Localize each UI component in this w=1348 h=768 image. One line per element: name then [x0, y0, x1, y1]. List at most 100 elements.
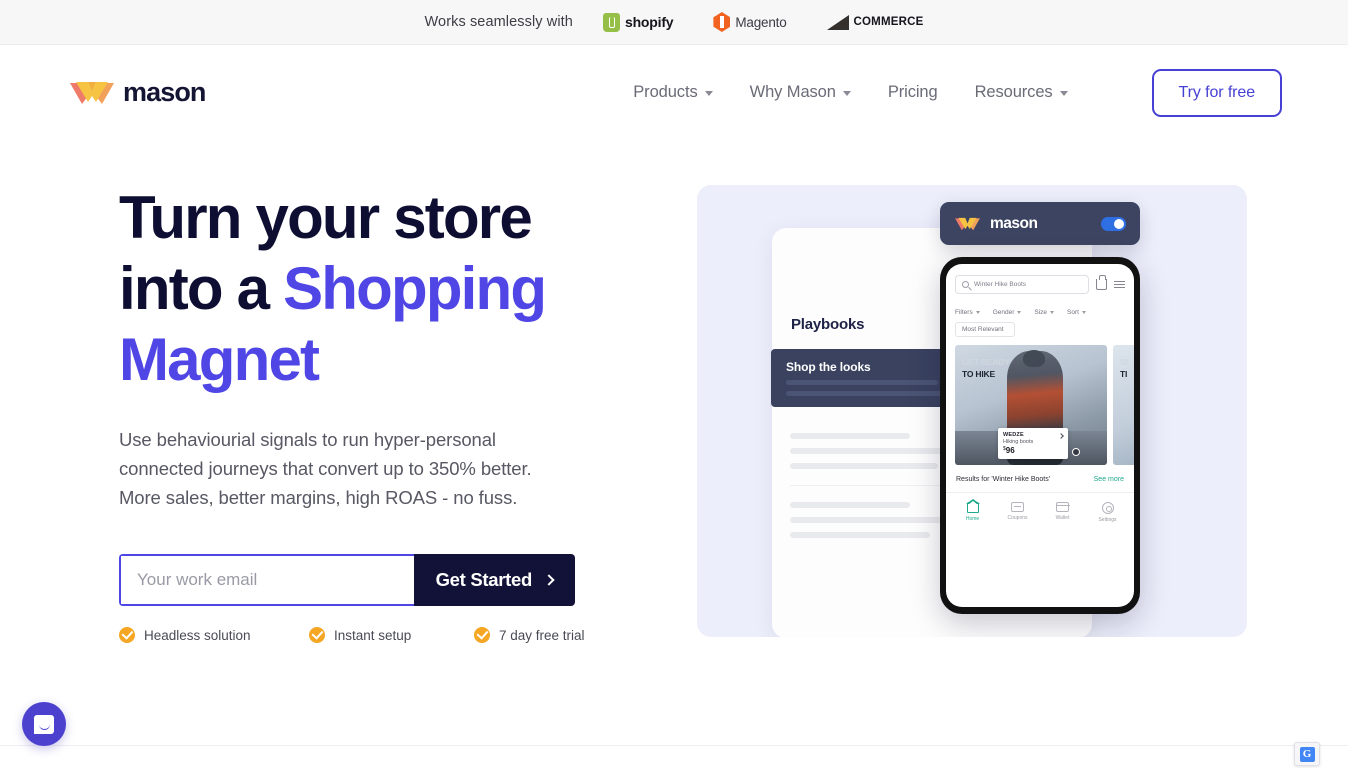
email-input[interactable]	[119, 554, 414, 606]
badge-label: Headless solution	[144, 627, 251, 643]
skeleton-line	[790, 517, 965, 523]
mason-logo-icon	[68, 80, 116, 106]
bottom-nav-wallet[interactable]: Wallet	[1046, 502, 1080, 523]
search-icon	[962, 281, 969, 288]
phone-bottom-nav: Home Coupons Wallet Settings	[946, 493, 1134, 523]
chevron-right-icon	[543, 574, 555, 586]
banner-card-next[interactable]: SI TI	[1113, 345, 1134, 465]
check-circle-icon	[309, 627, 325, 643]
filter-chip-gender[interactable]: Gender	[993, 309, 1022, 316]
headline-accent-1: Shopping	[283, 255, 547, 322]
announcement-bar: Works seamlessly with shopify Magento CO…	[0, 0, 1348, 45]
nav-item-pricing[interactable]: Pricing	[888, 83, 938, 102]
hotspot-dot-icon[interactable]	[1072, 448, 1080, 456]
settings-icon	[1101, 502, 1114, 514]
chevron-down-icon	[975, 311, 980, 314]
bottom-nav-home[interactable]: Home	[956, 499, 990, 523]
filter-chip-size[interactable]: Size	[1034, 309, 1055, 316]
price-value: 96	[1005, 446, 1015, 455]
badge-label: 7 day free trial	[499, 627, 585, 643]
banner-line-2: TI	[1120, 369, 1128, 379]
nav-label: Why Mason	[749, 83, 836, 101]
platform-label: shopify	[624, 14, 674, 30]
widget-toggle-switch[interactable]	[1101, 216, 1126, 231]
banner-line-1: SI	[1120, 357, 1128, 367]
filter-chip-sort[interactable]: Sort	[1067, 309, 1086, 316]
skeleton-line	[790, 433, 910, 439]
home-icon	[966, 499, 981, 513]
filter-chip-most-relevant[interactable]: Most Relevant	[955, 322, 1015, 337]
nav-item-products[interactable]: Products	[633, 83, 713, 102]
skeleton-line	[786, 380, 938, 385]
chip-label: Filters	[955, 309, 973, 316]
skeleton-line	[790, 448, 965, 454]
mason-widget-header: mason	[940, 202, 1140, 245]
chat-bubble-icon	[34, 714, 54, 734]
check-circle-icon	[119, 627, 135, 643]
product-brand: WEDZE	[1003, 432, 1024, 438]
phone-search-input[interactable]: Winter Hike Boots	[955, 275, 1089, 294]
google-translate-icon: G	[1299, 746, 1315, 762]
hamburger-menu-icon[interactable]	[1114, 279, 1125, 290]
phone-screen: Winter Hike Boots Filters Gender Size So…	[946, 264, 1134, 607]
chevron-down-icon	[1059, 91, 1068, 96]
chip-label: Size	[1034, 309, 1048, 316]
platform-shopify: shopify	[602, 12, 674, 32]
platform-logo-row: shopify Magento COMMERCE	[602, 12, 924, 32]
shopify-icon	[602, 12, 620, 32]
nav-links: Products Why Mason Pricing Resources Try…	[633, 68, 1282, 117]
phone-search-value: Winter Hike Boots	[974, 281, 1027, 288]
phone-filter-row: Filters Gender Size Sort	[946, 302, 1134, 316]
get-started-button[interactable]: Get Started	[413, 554, 575, 606]
headline-line-1: Turn your store	[119, 184, 533, 251]
phone-mockup: Winter Hike Boots Filters Gender Size So…	[940, 257, 1140, 614]
nav-label: Products	[633, 83, 698, 101]
platform-bigcommerce: COMMERCE	[826, 14, 924, 30]
magento-icon	[713, 12, 730, 32]
banner-text: SI TI	[1120, 356, 1128, 380]
chip-label: Gender	[992, 309, 1015, 316]
skeleton-line	[790, 502, 910, 508]
cart-icon[interactable]	[1096, 275, 1107, 290]
phone-results-bar: Results for 'Winter Hike Boots' See more	[946, 465, 1134, 493]
mason-widget-brand: mason	[990, 214, 1038, 232]
hero-copy: Turn your store into a Shopping Magnet U…	[0, 182, 640, 643]
badge-headless: Headless solution	[119, 627, 309, 643]
platform-magento: Magento	[713, 12, 787, 32]
brand-logo[interactable]: mason	[68, 77, 206, 108]
chevron-down-icon	[1050, 311, 1055, 314]
product-showcase-card: Playbooks Shop the looks mason Winter Hi…	[697, 185, 1247, 637]
bottom-nav-settings[interactable]: Settings	[1091, 502, 1125, 523]
nav-item-why-mason[interactable]: Why Mason	[750, 83, 851, 102]
headline-accent-2: Magnet	[119, 326, 320, 393]
mason-logo-icon	[954, 216, 981, 232]
product-name: Hiking boots	[1003, 439, 1034, 445]
banner-line-1: GET READY	[962, 357, 1010, 367]
bigcommerce-icon	[826, 14, 849, 30]
main-navigation: mason Products Why Mason Pricing Resourc…	[0, 45, 1348, 140]
product-tooltip[interactable]: WEDZE Hiking boots $96	[998, 428, 1080, 459]
filter-chip-filters[interactable]: Filters	[955, 309, 980, 316]
google-translate-widget[interactable]: G	[1294, 742, 1320, 766]
chip-label: Sort	[1067, 309, 1079, 316]
announcement-text: Works seamlessly with	[424, 14, 573, 30]
signup-form: Get Started	[119, 554, 575, 606]
badge-instant-setup: Instant setup	[309, 627, 474, 643]
banner-line-2: TO HIKE	[962, 369, 995, 379]
chevron-down-icon	[704, 91, 713, 96]
nav-label: Resources	[974, 83, 1053, 101]
nav-item-resources[interactable]: Resources	[975, 83, 1068, 102]
try-for-free-button[interactable]: Try for free	[1151, 68, 1282, 117]
skeleton-line	[790, 532, 930, 538]
hero-subtext: Use behaviourial signals to run hyper-pe…	[119, 429, 532, 508]
badge-label: Instant setup	[334, 627, 412, 643]
platform-label: Magento	[735, 14, 787, 30]
intercom-chat-button[interactable]	[22, 702, 66, 746]
banner-card-hike[interactable]: GET READY TO HIKE WEDZE Hiking boots $96	[955, 345, 1107, 465]
bottom-nav-coupons[interactable]: Coupons	[1001, 502, 1035, 523]
landing-page: Works seamlessly with shopify Magento CO…	[0, 0, 1348, 768]
banner-text: GET READY TO HIKE	[962, 356, 1010, 380]
chevron-down-icon	[842, 91, 851, 96]
see-more-link[interactable]: See more	[1094, 476, 1124, 483]
phone-search-row: Winter Hike Boots	[946, 264, 1134, 302]
